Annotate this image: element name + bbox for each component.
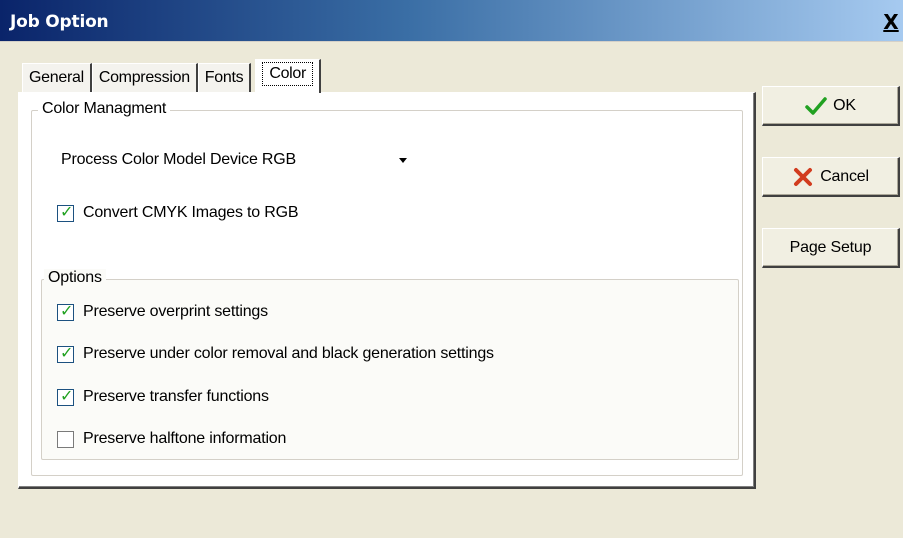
color-management-legend: Color Managment <box>38 100 171 118</box>
preserve-overprint-option[interactable]: Preserve overprint settings <box>57 301 268 323</box>
options-legend: Options <box>44 269 106 287</box>
preserve-ucr-bg-checkbox[interactable] <box>57 343 74 363</box>
preserve-overprint-label: Preserve overprint settings <box>83 303 268 320</box>
close-button[interactable]: X <box>879 10 903 34</box>
tab-color-label: Color <box>262 62 314 86</box>
cancel-button-label: Cancel <box>820 167 869 185</box>
chevron-down-icon[interactable] <box>396 145 412 175</box>
convert-cmyk-label: Convert CMYK Images to RGB <box>83 204 299 221</box>
preserve-transfer-option[interactable]: Preserve transfer functions <box>57 386 269 408</box>
preserve-ucr-bg-label: Preserve under color removal and black g… <box>83 345 494 362</box>
color-model-select[interactable]: Process Color Model Device RGB <box>56 145 418 175</box>
convert-cmyk-checkbox[interactable] <box>57 202 74 222</box>
preserve-overprint-checkbox[interactable] <box>57 301 74 321</box>
page-setup-button[interactable]: Page Setup <box>762 228 900 268</box>
preserve-transfer-checkbox[interactable] <box>57 386 74 406</box>
window-title: Job Option <box>10 12 109 32</box>
tab-compression[interactable]: Compression <box>91 63 198 93</box>
ok-button-label: OK <box>833 96 856 114</box>
color-tab-panel: Color Managment Process Color Model Devi… <box>18 92 756 489</box>
page-setup-button-label: Page Setup <box>789 238 872 256</box>
cancel-x-icon <box>794 167 813 186</box>
tab-strip: General Compression Fonts Color <box>22 59 322 93</box>
tab-general[interactable]: General <box>22 63 92 93</box>
preserve-halftone-checkbox[interactable] <box>57 430 74 448</box>
convert-cmyk-option[interactable]: Convert CMYK Images to RGB <box>57 202 299 224</box>
preserve-halftone-label: Preserve halftone information <box>83 430 287 447</box>
preserve-ucr-bg-option[interactable]: Preserve under color removal and black g… <box>57 343 494 365</box>
preserve-halftone-option[interactable]: Preserve halftone information <box>57 428 286 450</box>
color-model-value: Process Color Model Device RGB <box>61 151 296 168</box>
ok-button[interactable]: OK <box>762 86 900 126</box>
checkmark-icon <box>805 96 827 115</box>
cancel-button[interactable]: Cancel <box>762 157 900 197</box>
tab-color[interactable]: Color <box>255 59 322 93</box>
title-bar: Job Option X <box>0 0 903 42</box>
tab-fonts[interactable]: Fonts <box>197 63 252 93</box>
preserve-transfer-label: Preserve transfer functions <box>83 388 269 405</box>
